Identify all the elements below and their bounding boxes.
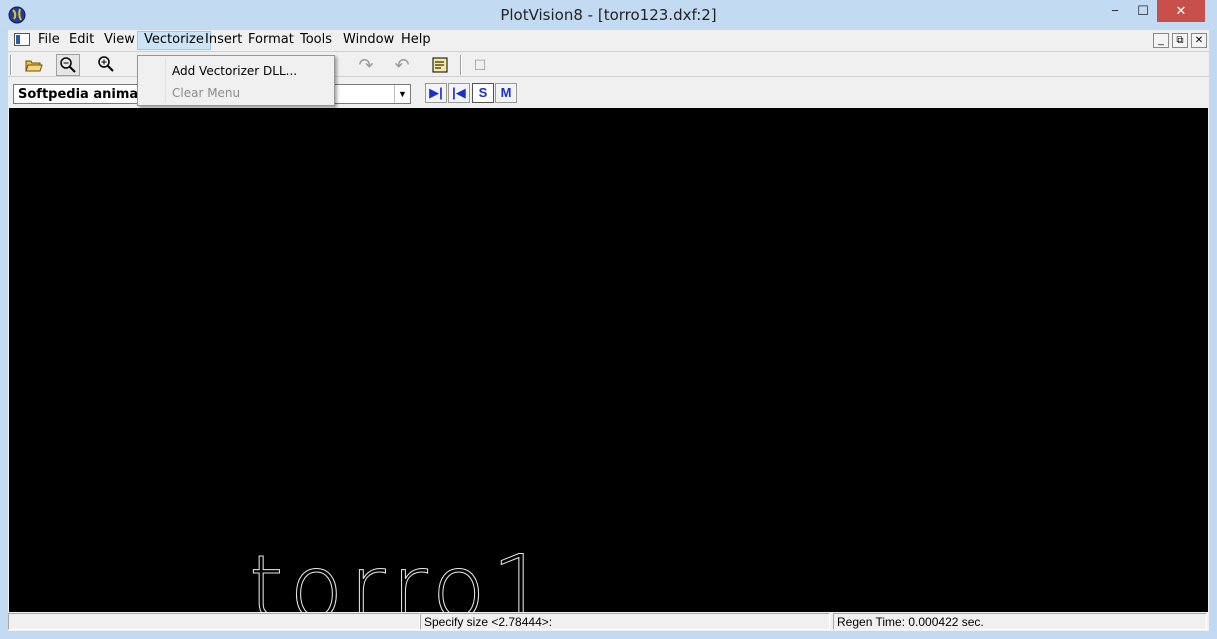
properties-icon[interactable]	[428, 54, 452, 76]
menu-window[interactable]: Window	[337, 31, 400, 50]
command-prompt: Specify size <2.78444>:	[420, 613, 830, 630]
regen-time: Regen Time: 0.000422 sec.	[833, 613, 1207, 630]
menu-edit[interactable]: Edit	[63, 31, 100, 50]
menu-insert[interactable]: Insert	[199, 31, 248, 50]
menu-view[interactable]: View	[98, 31, 141, 50]
zoom-in-icon[interactable]	[94, 54, 118, 76]
mdi-restore-button[interactable]: ⧉	[1172, 33, 1188, 48]
menu-tools[interactable]: Tools	[294, 31, 338, 50]
drawing-canvas[interactable]: torro1	[9, 108, 1208, 612]
menu-bar: File Edit View Vectorize Insert Format T…	[8, 30, 1209, 50]
mdi-close-button[interactable]: ✕	[1191, 33, 1207, 48]
space-m-button[interactable]: M	[495, 83, 517, 103]
open-folder-icon[interactable]	[22, 54, 46, 76]
drawing-text: torro1	[249, 536, 554, 612]
next-layout-button[interactable]: ▶|	[425, 83, 447, 103]
status-pane-empty	[8, 613, 420, 630]
close-button[interactable]: ✕	[1157, 0, 1205, 22]
menu-item-clear-menu[interactable]: Clear Menu	[172, 86, 240, 100]
undo-icon[interactable]: ↶	[390, 54, 414, 76]
redo-icon[interactable]: ↷	[354, 54, 378, 76]
window-title: PlotVision8 - [torro123.dxf:2]	[500, 6, 717, 24]
new-page-icon[interactable]: ☐	[468, 54, 492, 76]
title-bar: PlotVision8 - [torro123.dxf:2] − ☐ ✕	[0, 0, 1217, 30]
status-bar: Specify size <2.78444>: Regen Time: 0.00…	[8, 612, 1209, 631]
minimize-button[interactable]: −	[1101, 0, 1129, 22]
client-area: File Edit View Vectorize Insert Format T…	[8, 30, 1209, 631]
space-s-button[interactable]: S	[472, 83, 494, 103]
mdi-minimize-button[interactable]: _	[1153, 33, 1169, 48]
toolbar-separator	[10, 55, 12, 75]
previous-layout-button[interactable]: |◀	[448, 83, 470, 103]
chevron-down-icon[interactable]: ▼	[394, 85, 410, 103]
menu-gutter	[165, 58, 166, 103]
vectorize-dropdown-menu: Add Vectorizer DLL... Clear Menu	[137, 55, 335, 106]
zoom-extents-icon[interactable]	[56, 54, 80, 76]
document-system-icon[interactable]	[14, 33, 30, 46]
toolbar-separator	[460, 55, 462, 75]
menu-item-add-vectorizer-dll[interactable]: Add Vectorizer DLL...	[172, 64, 297, 78]
menu-format[interactable]: Format	[242, 31, 300, 50]
menu-file[interactable]: File	[32, 31, 66, 50]
menu-help[interactable]: Help	[395, 31, 437, 50]
maximize-button[interactable]: ☐	[1129, 0, 1157, 22]
